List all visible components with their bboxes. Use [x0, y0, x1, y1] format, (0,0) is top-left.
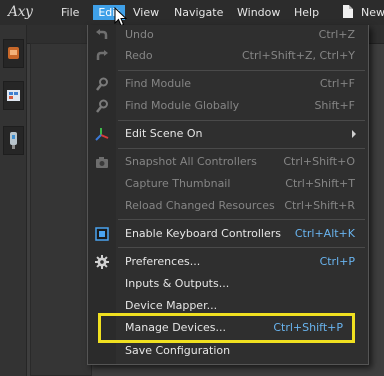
menu-item-find-module-globally[interactable]: Find Module Globally Shift+F: [88, 96, 368, 116]
toolbar-button-3[interactable]: [3, 126, 24, 155]
menu-item-capture-thumbnail[interactable]: Capture Thumbnail Ctrl+Shift+T: [88, 174, 368, 194]
left-toolbar: [0, 25, 27, 376]
menu-item-label: Find Module: [125, 77, 192, 90]
app-logo: Axy: [8, 4, 33, 20]
checkbox-icon: [95, 227, 109, 241]
gear-icon: [95, 255, 109, 269]
menu-navigate[interactable]: Navigate: [174, 6, 223, 19]
manage-devices-highlight: [98, 313, 355, 343]
menu-item-label: Enable Keyboard Controllers: [125, 227, 282, 240]
menu-item-label: Capture Thumbnail: [125, 177, 231, 190]
menu-separator: [118, 120, 365, 121]
menu-item-label: Save Configuration: [125, 344, 231, 357]
menu-item-redo[interactable]: Redo Ctrl+Shift+Z, Ctrl+Y: [88, 46, 368, 66]
menu-item-shortcut: Ctrl+Shift+O: [283, 155, 355, 168]
menu-item-shortcut: Ctrl+F: [319, 77, 355, 90]
device-icon: [10, 132, 17, 149]
menu-item-inputs-outputs[interactable]: Inputs & Outputs...: [88, 274, 368, 294]
menu-item-label: Preferences...: [125, 255, 201, 268]
menu-item-label: Redo: [125, 49, 153, 62]
menu-item-preferences[interactable]: Preferences... Ctrl+P: [88, 252, 368, 272]
menu-item-undo[interactable]: Undo Ctrl+Z: [88, 25, 368, 45]
menu-item-find-module[interactable]: Find Module Ctrl+F: [88, 74, 368, 94]
menu-item-shortcut: Shift+F: [314, 99, 355, 112]
menu-file[interactable]: File: [61, 6, 79, 19]
new-document-icon[interactable]: [343, 5, 353, 18]
menu-item-label: Device Mapper...: [125, 299, 218, 312]
menu-item-save-configuration[interactable]: Save Configuration: [88, 341, 368, 361]
menu-item-shortcut: Ctrl+Z: [318, 28, 355, 41]
menu-item-shortcut: Ctrl+P: [319, 255, 355, 268]
menu-item-shortcut: Ctrl+Shift+R: [284, 199, 355, 212]
redo-icon: [96, 50, 108, 60]
menu-separator: [118, 148, 365, 149]
menu-separator: [118, 219, 365, 220]
toolbar-button-2[interactable]: [3, 81, 24, 110]
menu-item-label: Find Module Globally: [125, 99, 240, 112]
menu-item-reload-changed-resources[interactable]: Reload Changed Resources Ctrl+Shift+R: [88, 196, 368, 216]
magnifier-icon: [96, 77, 108, 91]
menu-item-label: Inputs & Outputs...: [125, 277, 230, 290]
module-icon: [8, 47, 19, 59]
menu-item-shortcut: Ctrl+Shift+Z, Ctrl+Y: [241, 49, 355, 62]
menu-item-label: Undo: [125, 28, 154, 41]
menu-item-shortcut: Ctrl+Shift+T: [285, 177, 355, 190]
submenu-arrow-icon: [352, 130, 356, 138]
menu-item-enable-keyboard-controllers[interactable]: Enable Keyboard Controllers Ctrl+Alt+K: [88, 224, 368, 244]
mouse-cursor-icon: [114, 7, 127, 27]
menu-help[interactable]: Help: [294, 6, 319, 19]
menu-view[interactable]: View: [133, 6, 159, 19]
menu-item-label: Snapshot All Controllers: [125, 155, 257, 168]
menu-new[interactable]: New: [361, 6, 384, 19]
camera-icon: [96, 157, 108, 168]
menu-item-label: Edit Scene On: [125, 127, 203, 140]
menu-item-label: Reload Changed Resources: [125, 199, 275, 212]
menu-item-snapshot-all-controllers[interactable]: Snapshot All Controllers Ctrl+Shift+O: [88, 152, 368, 172]
menu-separator: [118, 70, 365, 71]
menu-bar: Axy File Edit View Navigate Window Help …: [0, 0, 384, 27]
workspace-panel: [30, 43, 92, 376]
menu-separator: [118, 247, 365, 248]
axes-icon: [95, 128, 109, 141]
grid-panel-icon: [7, 90, 20, 101]
menu-item-edit-scene-on[interactable]: Edit Scene On: [88, 124, 368, 144]
magnifier-icon: [96, 99, 108, 113]
toolbar-button-1[interactable]: [3, 39, 24, 68]
menu-item-shortcut: Ctrl+Alt+K: [294, 227, 355, 240]
undo-icon: [96, 29, 108, 39]
menu-window[interactable]: Window: [237, 6, 280, 19]
